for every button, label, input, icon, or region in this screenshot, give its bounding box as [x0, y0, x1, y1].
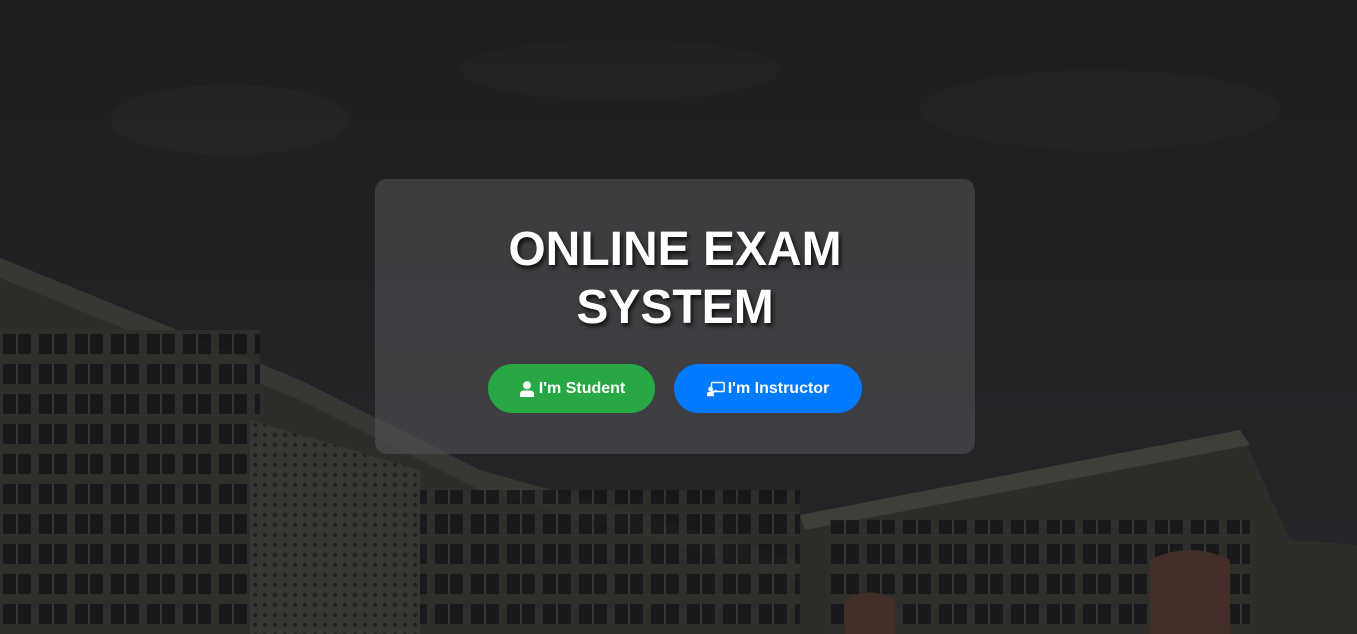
chalkboard-teacher-icon: [706, 380, 725, 398]
landing-page: ONLINE EXAM SYSTEM I'm Student I'm Instr…: [0, 0, 1357, 634]
page-title: ONLINE EXAM SYSTEM: [375, 221, 975, 337]
title-line-2: SYSTEM: [576, 281, 774, 334]
welcome-card: ONLINE EXAM SYSTEM I'm Student I'm Instr…: [375, 179, 975, 454]
instructor-button-label: I'm Instructor: [727, 379, 830, 397]
instructor-button[interactable]: I'm Instructor: [674, 364, 862, 413]
student-button[interactable]: I'm Student: [488, 364, 655, 413]
user-icon: [518, 380, 536, 398]
title-line-1: ONLINE EXAM: [508, 223, 842, 276]
student-button-label: I'm Student: [538, 379, 626, 397]
